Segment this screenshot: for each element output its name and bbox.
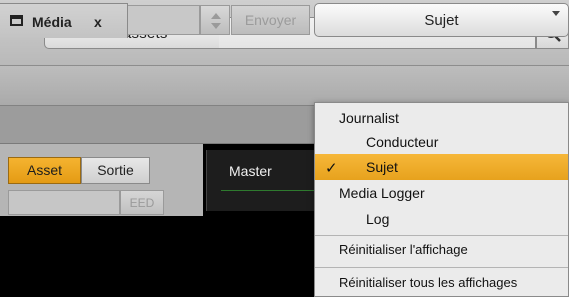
menu-item-reset-all-views[interactable]: Réinitialiser tous les affichages	[315, 272, 568, 296]
eed-button[interactable]: EED	[120, 190, 164, 215]
menu-divider	[315, 235, 568, 236]
menu-item-conducteur[interactable]: Conducteur	[315, 131, 568, 155]
window-icon	[10, 15, 23, 26]
menu-divider	[315, 267, 568, 268]
tab-close-button[interactable]: x	[94, 14, 102, 30]
menu-item-log[interactable]: Log	[315, 208, 568, 232]
menu-group-journalist: Journalist	[339, 110, 399, 126]
send-button[interactable]: Envoyer	[231, 5, 310, 35]
master-label: Master	[229, 163, 272, 179]
menu-item-sujet-label: Sujet	[366, 159, 398, 175]
action-toolbar	[0, 66, 569, 106]
sortie-segment-button[interactable]: Sortie	[81, 157, 150, 184]
stepper-down-icon[interactable]	[211, 23, 221, 29]
view-selector-dropdown[interactable]: Sujet	[314, 3, 569, 37]
master-panel: Master	[206, 150, 315, 211]
menu-item-sujet[interactable]: ✓ Sujet	[315, 154, 568, 180]
filter-field[interactable]	[8, 190, 120, 215]
menu-item-reset-view[interactable]: Réinitialiser l'affichage	[315, 239, 568, 263]
view-selector-menu: Journalist Conducteur ✓ Sujet Media Logg…	[314, 102, 569, 297]
asset-segment-button[interactable]: Asset	[8, 157, 81, 184]
tab-media[interactable]: Média x	[0, 3, 128, 38]
tab-media-label: Média	[32, 14, 72, 30]
send-target-stepper[interactable]	[200, 5, 230, 35]
checkmark-icon: ✓	[325, 160, 338, 177]
master-underline	[221, 190, 315, 191]
dropdown-arrow-icon	[552, 11, 560, 16]
stepper-up-icon[interactable]	[211, 13, 221, 19]
menu-group-media-logger: Media Logger	[339, 185, 425, 201]
view-selector-label: Sujet	[424, 12, 459, 29]
